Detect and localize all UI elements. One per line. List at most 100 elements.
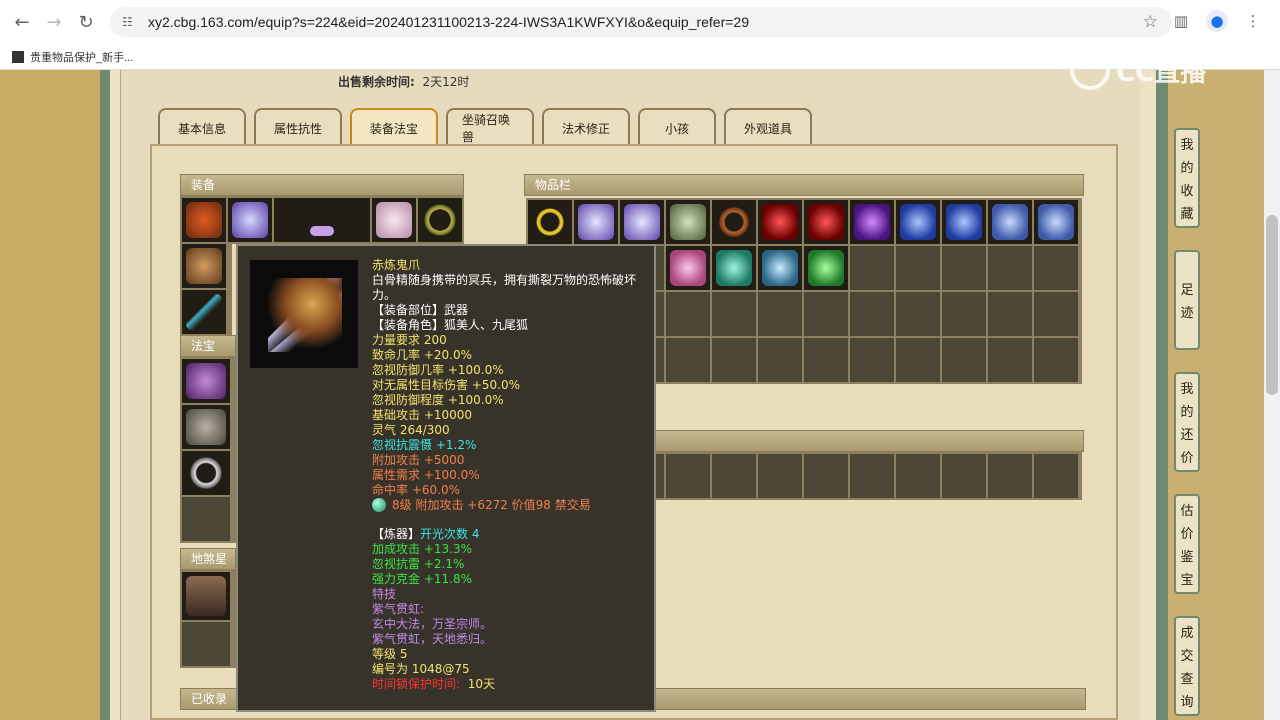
dishaxing-slot-2[interactable] [182, 622, 230, 666]
secondary-slot[interactable] [804, 454, 848, 498]
inventory-slot[interactable] [804, 292, 848, 336]
menu-icon[interactable]: ⋮ [1242, 10, 1264, 32]
sidebar-favorites-button[interactable]: 我的收藏 [1174, 128, 1200, 228]
inventory-slot[interactable] [666, 200, 710, 244]
tab-child[interactable]: 小孩 [638, 108, 716, 146]
fabao-slot-1[interactable] [182, 359, 230, 403]
inventory-slot[interactable] [896, 200, 940, 244]
secondary-slot[interactable] [666, 454, 710, 498]
inventory-slot[interactable] [896, 338, 940, 382]
inventory-slot[interactable] [942, 338, 986, 382]
inventory-slot[interactable] [896, 246, 940, 290]
equip-slot-weapon[interactable] [274, 198, 370, 242]
forward-icon[interactable]: → [38, 6, 70, 38]
inventory-slot[interactable] [528, 200, 572, 244]
inventory-slot[interactable] [942, 246, 986, 290]
inventory-slot[interactable] [620, 200, 664, 244]
scrollbar-thumb[interactable] [1266, 215, 1278, 395]
refine-stat: 加成攻击 +13.3% [372, 542, 472, 556]
stat-line: 灵气 264/300 [372, 423, 450, 437]
profile-icon[interactable]: ● [1206, 10, 1228, 32]
equip-grid [180, 196, 464, 244]
sidebar-bargain-button[interactable]: 我的还价 [1174, 372, 1200, 472]
tab-equip-fabao[interactable]: 装备法宝 [350, 108, 438, 146]
address-bar[interactable]: ☷ xy2.cbg.163.com/equip?s=224&eid=202401… [110, 7, 1172, 37]
inventory-slot[interactable] [850, 292, 894, 336]
secondary-slot[interactable] [988, 454, 1032, 498]
equip-slot-helmet[interactable] [182, 198, 226, 242]
sidebar-trade-query-button[interactable]: 成交查询 [1174, 616, 1200, 716]
bookmark-star-icon[interactable]: ☆ [1143, 12, 1158, 32]
dishaxing-slot-1[interactable] [182, 572, 230, 620]
stat-line: 附加攻击 +5000 [372, 453, 465, 467]
inventory-slot[interactable] [712, 246, 756, 290]
item-description: 白骨精随身携带的冥兵，拥有撕裂万物的恐怖破坏力。 [372, 273, 637, 302]
secondary-slot[interactable] [758, 454, 802, 498]
secondary-slot[interactable] [942, 454, 986, 498]
watermark-logo: CC直播 [1070, 48, 1240, 92]
watermark-ring-icon [1070, 50, 1110, 90]
back-icon[interactable]: ← [6, 6, 38, 38]
inventory-slot[interactable] [758, 338, 802, 382]
inventory-slot[interactable] [850, 338, 894, 382]
inventory-slot[interactable] [666, 246, 710, 290]
inventory-slot[interactable] [988, 292, 1032, 336]
equip-slot-necklace[interactable] [228, 198, 272, 242]
inventory-slot[interactable] [758, 200, 802, 244]
inventory-slot[interactable] [1034, 292, 1078, 336]
secondary-slot[interactable] [1034, 454, 1078, 498]
inventory-slot[interactable] [1034, 246, 1078, 290]
inventory-slot[interactable] [804, 200, 848, 244]
inventory-slot[interactable] [666, 292, 710, 336]
inventory-slot[interactable] [804, 246, 848, 290]
equip-slot-belt[interactable] [418, 198, 462, 242]
inventory-slot[interactable] [896, 292, 940, 336]
inventory-slot[interactable] [988, 246, 1032, 290]
item-serial: 编号为 1048@75 [372, 662, 470, 676]
equip-slot-staff[interactable] [182, 290, 226, 334]
secondary-slot[interactable] [850, 454, 894, 498]
fabao-slot-4[interactable] [182, 497, 230, 541]
inventory-slot[interactable] [712, 200, 756, 244]
inventory-slot[interactable] [1034, 200, 1078, 244]
inventory-slot[interactable] [758, 246, 802, 290]
equip-slot-armor[interactable] [372, 198, 416, 242]
inventory-slot[interactable] [574, 200, 618, 244]
sidebar-appraise-button[interactable]: 估价鉴宝 [1174, 494, 1200, 594]
fabao-slot-3[interactable] [182, 451, 230, 495]
tab-appearance[interactable]: 外观道具 [724, 108, 812, 146]
tab-spell-correction[interactable]: 法术修正 [542, 108, 630, 146]
sale-time: 出售剩余时间: 2天12时 [338, 75, 470, 89]
inventory-slot[interactable] [1034, 338, 1078, 382]
inventory-slot[interactable] [988, 200, 1032, 244]
dishaxing-grid [180, 570, 236, 668]
stat-line: 致命几率 +20.0% [372, 348, 472, 362]
fabao-slot-2[interactable] [182, 405, 230, 449]
inventory-slot[interactable] [850, 200, 894, 244]
site-info-icon[interactable]: ☷ [122, 15, 138, 29]
inventory-slot[interactable] [758, 292, 802, 336]
tab-attributes[interactable]: 属性抗性 [254, 108, 342, 146]
inventory-slot[interactable] [988, 338, 1032, 382]
inventory-slot[interactable] [712, 292, 756, 336]
inventory-slot[interactable] [666, 338, 710, 382]
equip-slot-shoes[interactable] [182, 244, 226, 288]
tab-basic-info[interactable]: 基本信息 [158, 108, 246, 146]
inventory-slot[interactable] [942, 200, 986, 244]
url-text[interactable]: xy2.cbg.163.com/equip?s=224&eid=20240123… [148, 14, 749, 30]
inventory-slot[interactable] [942, 292, 986, 336]
inventory-slot[interactable] [850, 246, 894, 290]
inventory-slot[interactable] [804, 338, 848, 382]
refine-stat: 强力克金 +11.8% [372, 572, 472, 586]
refine-line: 【炼器】开光次数 4 [372, 527, 480, 541]
item-image [250, 260, 358, 368]
side-panel-icon[interactable]: ▥ [1170, 10, 1192, 32]
secondary-slot[interactable] [896, 454, 940, 498]
bookmark-item[interactable]: 贵重物品保护_新手... [30, 49, 133, 65]
reload-icon[interactable]: ↻ [70, 6, 102, 38]
tab-mount-summon[interactable]: 坐骑召唤兽 [446, 108, 534, 146]
inventory-slot[interactable] [712, 338, 756, 382]
secondary-slot[interactable] [712, 454, 756, 498]
scrollbar[interactable] [1264, 70, 1280, 720]
sidebar-history-button[interactable]: 足迹 [1174, 250, 1200, 350]
